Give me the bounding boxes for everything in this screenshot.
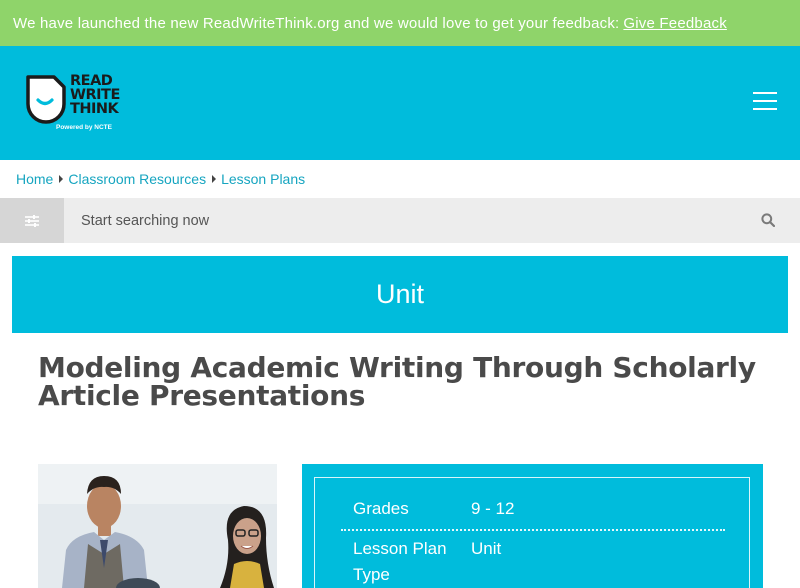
breadcrumb-lesson-plans[interactable]: Lesson Plans xyxy=(221,171,305,187)
hamburger-menu-icon[interactable] xyxy=(753,92,779,112)
feedback-banner: We have launched the new ReadWriteThink.… xyxy=(0,0,800,46)
logo-write: WRITE xyxy=(70,87,120,103)
logo-page-icon xyxy=(26,75,66,124)
search-button[interactable] xyxy=(756,208,780,232)
breadcrumb-classroom-resources[interactable]: Classroom Resources xyxy=(68,171,206,187)
grades-label: Grades xyxy=(353,499,409,518)
sliders-icon xyxy=(25,214,39,227)
breadcrumb: Home Classroom Resources Lesson Plans xyxy=(16,170,305,188)
search-input[interactable] xyxy=(64,198,744,243)
logo-read: READ xyxy=(70,73,113,89)
readwritethink-logo[interactable]: READ WRITE THINK Powered by NCTE xyxy=(24,74,124,136)
banner-message: We have launched the new ReadWriteThink.… xyxy=(13,14,620,32)
resource-type-banner: Unit xyxy=(12,256,788,333)
search-bar xyxy=(0,198,800,243)
logo-think: THINK xyxy=(70,101,119,117)
magnifier-icon xyxy=(761,213,775,227)
breadcrumb-caret-icon xyxy=(212,175,217,183)
grades-value: 9 - 12 xyxy=(471,499,515,518)
teachers-photo-image xyxy=(38,464,277,588)
site-header: READ WRITE THINK Powered by NCTE xyxy=(0,46,800,160)
lesson-details-box: Grades 9 - 12 Lesson Plan Type Unit xyxy=(314,477,750,588)
lesson-photo xyxy=(38,464,277,588)
filter-button[interactable] xyxy=(0,198,64,243)
lesson-type-label: Lesson Plan Type xyxy=(353,539,447,584)
page-title: Modeling Academic Writing Through Schola… xyxy=(38,351,756,412)
logo-tagline: Powered by NCTE xyxy=(56,124,112,131)
lesson-details-panel: Grades 9 - 12 Lesson Plan Type Unit xyxy=(302,464,763,588)
logo-wordmark: READ WRITE THINK xyxy=(70,73,120,117)
lesson-type-value: Unit xyxy=(471,539,502,558)
breadcrumb-home[interactable]: Home xyxy=(16,171,53,187)
give-feedback-link[interactable]: Give Feedback xyxy=(623,15,726,32)
details-divider xyxy=(341,529,725,531)
breadcrumb-caret-icon xyxy=(59,175,64,183)
